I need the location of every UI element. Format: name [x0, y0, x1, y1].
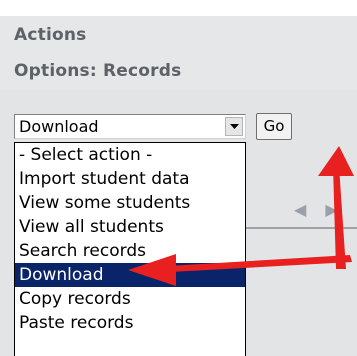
annotation-overlay: [128, 146, 354, 286]
red-arrow-left-icon: [128, 254, 352, 286]
red-arrow-up-icon: [318, 146, 354, 269]
